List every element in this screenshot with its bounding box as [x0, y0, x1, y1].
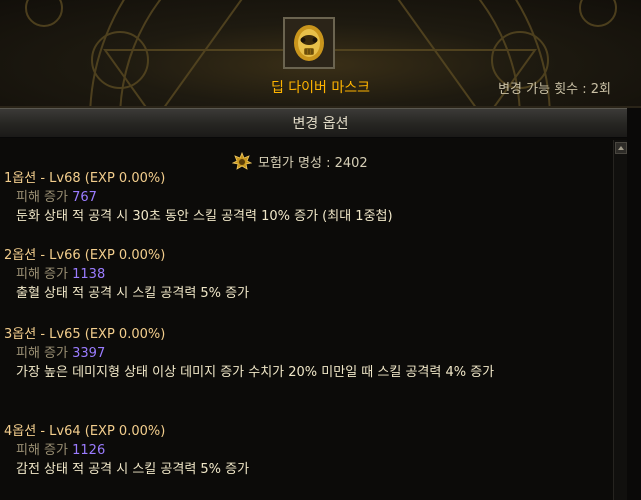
change-count-label: 변경 가능 횟수 : 2회 — [498, 82, 611, 97]
diving-mask-icon[interactable] — [283, 17, 335, 69]
scroll-up-button[interactable] — [615, 142, 627, 154]
option-block: 4옵션 - Lv64 (EXP 0.00%) 피해 증가 1126 감전 상태 … — [4, 422, 604, 479]
option-block: 2옵션 - Lv66 (EXP 0.00%) 피해 증가 1138 출혈 상태 … — [4, 246, 604, 303]
option-list: 모험가 명성 : 2402 1옵션 - Lv68 (EXP 0.00%) 피해 … — [0, 140, 612, 500]
damage-label: 피해 증가 — [16, 267, 68, 282]
section-title: 변경 옵션 — [292, 116, 349, 132]
panel-right-edge — [627, 108, 641, 500]
section-title-bar: 변경 옵션 — [0, 108, 641, 138]
option-title: 1옵션 - Lv68 (EXP 0.00%) — [4, 171, 166, 186]
damage-label: 피해 증가 — [16, 443, 68, 458]
option-damage: 피해 증가 767 — [4, 188, 604, 207]
reputation-row: 모험가 명성 : 2402 — [232, 152, 368, 171]
reputation-text: 모험가 명성 : 2402 — [258, 155, 368, 171]
option-description: 둔화 상태 적 공격 시 30초 동안 스킬 공격력 10% 증가 (최대 1중… — [16, 209, 393, 224]
option-damage: 피해 증가 3397 — [4, 344, 604, 363]
damage-value: 767 — [72, 190, 97, 205]
damage-value: 3397 — [72, 346, 106, 361]
vertical-scrollbar[interactable] — [613, 140, 628, 500]
damage-label: 피해 증가 — [16, 190, 68, 205]
option-description: 감전 상태 적 공격 시 스킬 공격력 5% 증가 — [16, 462, 250, 477]
option-title: 2옵션 - Lv66 (EXP 0.00%) — [4, 248, 166, 263]
adventurer-reputation-icon — [232, 152, 252, 170]
option-title: 3옵션 - Lv65 (EXP 0.00%) — [4, 327, 166, 342]
option-description: 가장 높은 데미지형 상태 이상 데미지 증가 수치가 20% 미만일 때 스킬… — [16, 365, 495, 380]
damage-label: 피해 증가 — [16, 346, 68, 361]
item-header: 딥 다이버 마스크 변경 가능 횟수 : 2회 — [0, 0, 641, 108]
option-damage: 피해 증가 1138 — [4, 265, 604, 284]
option-title: 4옵션 - Lv64 (EXP 0.00%) — [4, 424, 166, 439]
option-damage: 피해 증가 1126 — [4, 441, 604, 460]
damage-value: 1126 — [72, 443, 106, 458]
damage-value: 1138 — [72, 267, 106, 282]
option-block: 1옵션 - Lv68 (EXP 0.00%) 피해 증가 767 둔화 상태 적… — [4, 169, 604, 226]
option-block: 3옵션 - Lv65 (EXP 0.00%) 피해 증가 3397 가장 높은 … — [4, 325, 604, 382]
option-description: 출혈 상태 적 공격 시 스킬 공격력 5% 증가 — [16, 286, 250, 301]
